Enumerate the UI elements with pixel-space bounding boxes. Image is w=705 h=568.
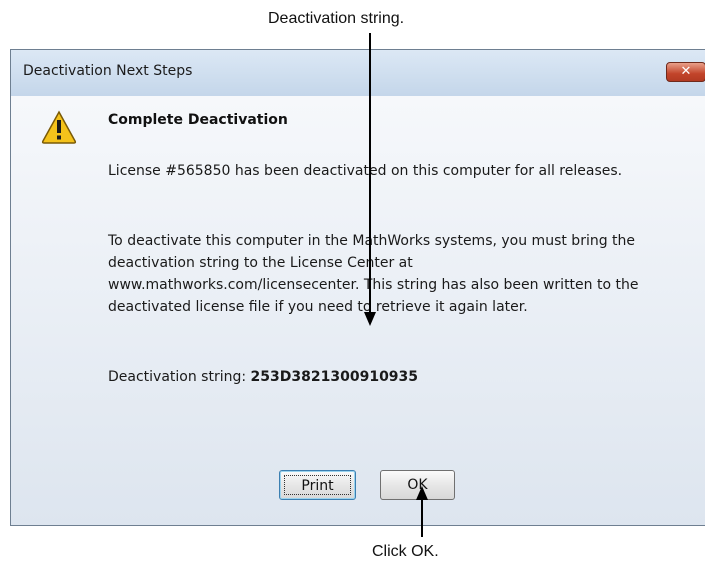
close-icon: ✕ xyxy=(680,64,692,79)
deactivation-dialog: Deactivation Next Steps ✕ Complete Deact… xyxy=(10,49,705,526)
callout-click-ok: Click OK. xyxy=(372,543,439,560)
license-center-instructions: To deactivate this computer in the MathW… xyxy=(108,233,639,315)
dialog-content: Complete Deactivation License #565850 ha… xyxy=(11,96,705,525)
close-button[interactable]: ✕ xyxy=(666,62,705,82)
screenshot-stage: Deactivation string. Deactivation Next S… xyxy=(0,0,705,568)
callout-arrow-top-head xyxy=(364,312,376,326)
callout-arrow-bottom-head xyxy=(416,486,428,500)
deactivation-string-value: 253D3821300910935 xyxy=(250,369,419,385)
deactivation-message: License #565850 has been deactivated on … xyxy=(108,163,623,179)
callout-arrow-top-line xyxy=(369,33,371,315)
warning-icon xyxy=(41,110,77,144)
print-button[interactable]: Print xyxy=(279,470,356,500)
deactivation-string-label: Deactivation string: xyxy=(108,369,247,385)
dialog-heading: Complete Deactivation xyxy=(108,112,288,128)
deactivation-string-row: Deactivation string: 253D3821300910935 xyxy=(108,369,418,385)
dialog-title: Deactivation Next Steps xyxy=(23,63,193,79)
callout-deactivation-string: Deactivation string. xyxy=(268,10,405,27)
dialog-title-bar[interactable]: Deactivation Next Steps ✕ xyxy=(11,50,705,97)
print-button-focus-ring: Print xyxy=(284,475,351,495)
